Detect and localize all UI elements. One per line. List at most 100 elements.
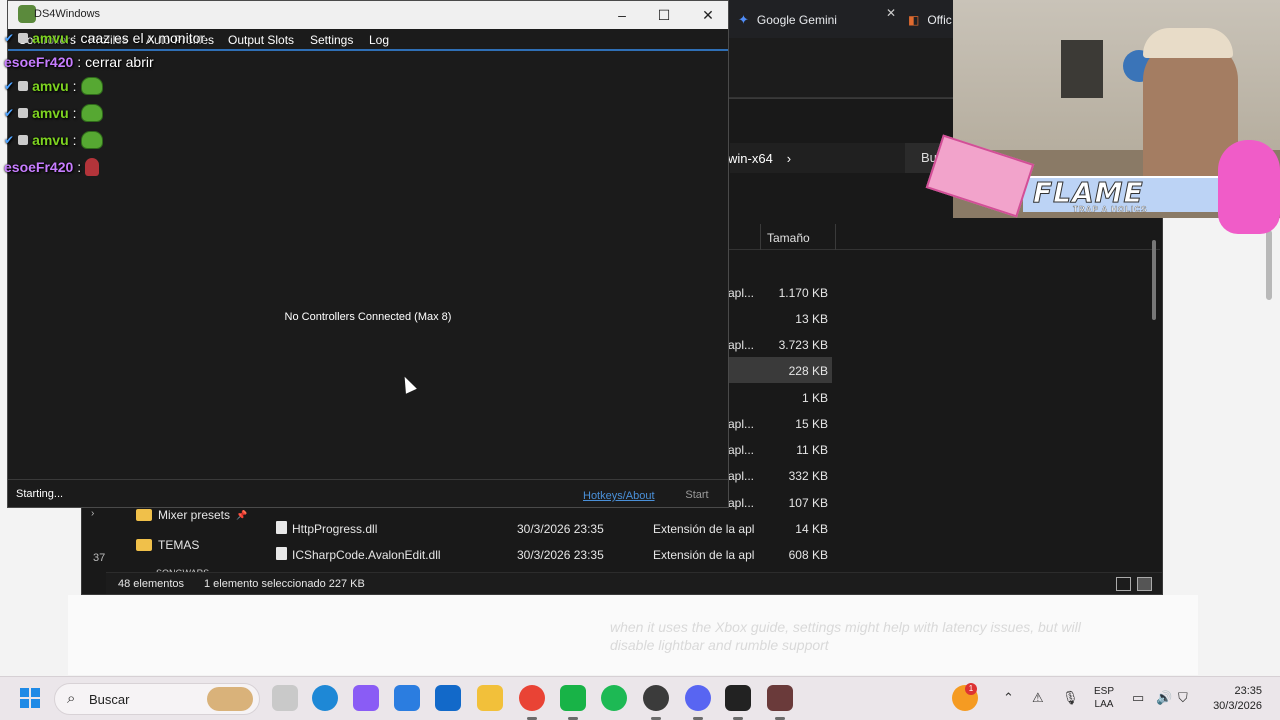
tiles-view-icon[interactable]: [1137, 577, 1152, 591]
windows-start-icon[interactable]: [20, 688, 40, 708]
volume-icon[interactable]: 🔊: [1156, 690, 1172, 706]
capcut-icon[interactable]: [725, 685, 751, 720]
file-type: apl...: [728, 443, 754, 457]
nav-item-temas[interactable]: TEMAS: [136, 534, 199, 556]
frog-emote-icon: [80, 77, 103, 95]
poster-image: [1061, 40, 1103, 98]
file-size: 11 KB: [796, 443, 828, 457]
tab-settings[interactable]: Settings: [310, 33, 353, 47]
task-view-icon[interactable]: [272, 685, 298, 711]
taskbar-search[interactable]: ⌕ Buscar: [54, 683, 260, 715]
chat-username: amvu: [32, 30, 69, 46]
expand-chevron-icon[interactable]: ›: [91, 508, 94, 519]
keyboard-layout: LAA: [1094, 699, 1114, 710]
file-row[interactable]: 13 KB: [728, 305, 832, 331]
verified-badge-icon: ✔: [4, 79, 15, 93]
minimize-button[interactable]: –: [602, 3, 642, 27]
spotify-icon[interactable]: [601, 685, 627, 711]
chat-message: ✔ amvu:: [4, 102, 103, 124]
hotkeys-about-link[interactable]: Hotkeys/About: [583, 490, 655, 502]
column-header-size[interactable]: Tamaño: [760, 224, 836, 250]
ds4windows-icon[interactable]: [767, 685, 793, 720]
verified-badge-icon: ✔: [4, 106, 15, 120]
security-icon[interactable]: ⛉: [1178, 690, 1188, 706]
page-scrollbar[interactable]: [1266, 230, 1272, 300]
folder-icon[interactable]: [477, 685, 503, 711]
file-row[interactable]: ICSharpCode.AvalonEdit.dll 30/3/2026 23:…: [272, 541, 832, 567]
file-row-selected[interactable]: 228 KB: [728, 357, 832, 383]
edge-icon[interactable]: [312, 685, 338, 711]
file-row[interactable]: 1 KB: [728, 384, 832, 410]
file-row[interactable]: apl... 1.170 KB: [728, 279, 832, 305]
frog-emote-icon: [80, 131, 103, 149]
chat-message: ✔ amvu:: [4, 75, 103, 97]
breadcrumb[interactable]: win-x64 ›: [728, 148, 908, 168]
store-icon[interactable]: [394, 685, 420, 711]
badge-icon: [18, 81, 29, 91]
pin-icon: 📌: [236, 509, 248, 520]
taskbar: ⌕ Buscar 1 ⌃ ⚠ 🎙 ESP LAA ▭ 🔊 ⛉ 23:35 30/…: [0, 676, 1280, 720]
file-type: apl...: [728, 338, 754, 352]
file-size: 228 KB: [788, 364, 828, 378]
breadcrumb-item[interactable]: win-x64: [728, 151, 773, 166]
page-faded-text: when it uses the Xbox guide, settings mi…: [610, 619, 1081, 653]
explorer-scrollbar[interactable]: [1152, 240, 1156, 320]
network-off-icon[interactable]: ⚠: [1032, 690, 1044, 706]
file-row[interactable]: apl... 332 KB: [728, 462, 832, 488]
language-code: ESP: [1094, 686, 1115, 697]
chat-message: esoeFr420: cerrar abrir: [4, 54, 154, 70]
details-view-icon[interactable]: [1116, 577, 1131, 591]
file-row[interactable]: apl... 3.723 KB: [728, 331, 832, 357]
file-name: HttpProgress.dll: [292, 522, 378, 536]
file-size: 1 KB: [801, 391, 828, 405]
notification-badge: 1: [965, 683, 977, 695]
file-row[interactable]: HttpProgress.dll 30/3/2026 23:35 Extensi…: [272, 515, 832, 541]
copilot-icon[interactable]: [353, 685, 379, 711]
outlook-icon[interactable]: [435, 685, 461, 711]
microphone-icon[interactable]: 🎙: [1062, 690, 1079, 706]
file-size: 1.170 KB: [778, 286, 828, 300]
discord-icon[interactable]: [685, 685, 711, 720]
clock[interactable]: 23:35 30/3/2026: [1206, 684, 1262, 714]
file-size: 608 KB: [788, 548, 828, 562]
chat-username: amvu: [32, 132, 69, 148]
file-row[interactable]: apl... 107 KB: [728, 489, 832, 515]
display-icon[interactable]: ▭: [1132, 690, 1144, 706]
file-row[interactable]: apl... 11 KB: [728, 436, 832, 462]
camtasia-icon[interactable]: [560, 685, 586, 720]
no-controllers-message: No Controllers Connected (Max 8): [284, 311, 452, 323]
file-size: 15 KB: [795, 417, 828, 431]
status-text: Starting...: [16, 488, 64, 500]
close-icon[interactable]: ✕: [886, 6, 896, 20]
chrome-icon[interactable]: [519, 685, 545, 720]
tab-label: Google Gemini: [756, 13, 837, 27]
selection-info: 1 elemento seleccionado 227 KB: [204, 578, 365, 590]
dll-file-icon: [276, 521, 287, 534]
file-size: 3.723 KB: [778, 338, 828, 352]
file-type: Extensión de la apl...: [653, 548, 755, 562]
file-type: apl...: [728, 417, 754, 431]
dll-file-icon: [276, 547, 287, 560]
folder-icon: [136, 509, 152, 521]
app-footer: Starting... Hotkeys/About Start: [8, 479, 728, 507]
chevron-up-icon[interactable]: ⌃: [1003, 690, 1014, 706]
chat-username: amvu: [32, 78, 69, 94]
file-row[interactable]: apl... 15 KB: [728, 410, 832, 436]
chat-text: cerrar abrir: [85, 54, 154, 70]
maximize-button[interactable]: ☐: [644, 3, 684, 27]
frog-emote-icon: [80, 104, 103, 122]
file-type: apl...: [728, 496, 754, 510]
verified-badge-icon: ✔: [4, 31, 15, 45]
pink-figure-image: [1218, 140, 1280, 234]
start-button[interactable]: Start: [678, 486, 716, 504]
obs-icon[interactable]: [643, 685, 669, 720]
tab-google-gemini[interactable]: ✦ Google Gemini ✕: [738, 6, 898, 34]
chat-message: ✔ amvu:: [4, 129, 103, 151]
file-date: 30/3/2026 23:35: [517, 548, 604, 562]
clock-date: 30/3/2026: [1213, 700, 1262, 712]
chevron-right-icon[interactable]: ›: [787, 151, 791, 166]
language-indicator[interactable]: ESP LAA: [1094, 685, 1114, 711]
close-button[interactable]: ✕: [688, 3, 728, 27]
tab-log[interactable]: Log: [369, 33, 389, 47]
file-size: 14 KB: [795, 522, 828, 536]
